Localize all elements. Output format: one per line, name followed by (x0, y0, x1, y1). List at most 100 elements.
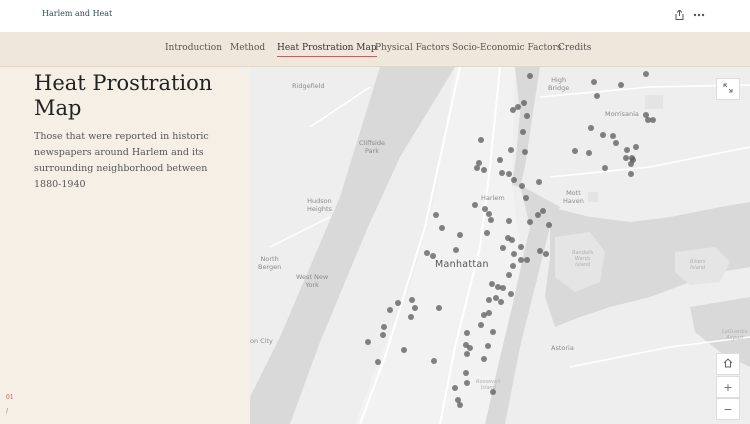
incident-marker[interactable] (476, 160, 482, 166)
incident-marker[interactable] (375, 359, 381, 365)
nav-heat-prostration-map[interactable]: Heat Prostration Map (277, 43, 377, 57)
zoom-in-button[interactable]: + (716, 376, 740, 398)
incident-marker[interactable] (452, 385, 458, 391)
incident-marker[interactable] (633, 144, 639, 150)
incident-marker[interactable] (464, 330, 470, 336)
zoom-out-button[interactable]: − (716, 398, 740, 420)
incident-marker[interactable] (572, 148, 578, 154)
incident-marker[interactable] (623, 155, 629, 161)
incident-marker[interactable] (472, 202, 478, 208)
incident-marker[interactable] (490, 389, 496, 395)
incident-marker[interactable] (613, 140, 619, 146)
incident-marker[interactable] (380, 332, 386, 338)
incident-marker[interactable] (527, 219, 533, 225)
incident-marker[interactable] (506, 171, 512, 177)
fullscreen-button[interactable] (716, 78, 740, 100)
incident-marker[interactable] (523, 195, 529, 201)
incident-marker[interactable] (618, 82, 624, 88)
incident-marker[interactable] (408, 314, 414, 320)
incident-marker[interactable] (498, 299, 504, 305)
incident-marker[interactable] (588, 125, 594, 131)
map-label-laguardia-airport: LaGuardia Airport (722, 329, 748, 341)
incident-marker[interactable] (586, 150, 592, 156)
app-title[interactable]: Harlem and Heat (42, 9, 112, 18)
incident-marker[interactable] (430, 253, 436, 259)
incident-marker[interactable] (600, 132, 606, 138)
incident-marker[interactable] (518, 244, 524, 250)
incident-marker[interactable] (506, 218, 512, 224)
incident-marker[interactable] (433, 212, 439, 218)
incident-marker[interactable] (500, 285, 506, 291)
incident-marker[interactable] (511, 251, 517, 257)
incident-marker[interactable] (511, 177, 517, 183)
incident-marker[interactable] (509, 237, 515, 243)
incident-marker[interactable] (535, 212, 541, 218)
incident-marker[interactable] (624, 147, 630, 153)
incident-marker[interactable] (485, 343, 491, 349)
incident-marker[interactable] (643, 71, 649, 77)
incident-marker[interactable] (506, 272, 512, 278)
home-button[interactable] (716, 353, 740, 375)
incident-marker[interactable] (499, 170, 505, 176)
heat-prostration-map[interactable]: Ridgefield High Bridge Morrisania Cliffs… (250, 67, 750, 424)
incident-marker[interactable] (464, 351, 470, 357)
map-label-ridgefield: Ridgefield (292, 82, 325, 90)
nav-credits[interactable]: Credits (558, 43, 591, 53)
share-icon[interactable] (672, 8, 686, 22)
incident-marker[interactable] (490, 329, 496, 335)
incident-marker[interactable] (602, 165, 608, 171)
incident-marker[interactable] (481, 167, 487, 173)
incident-marker[interactable] (453, 247, 459, 253)
incident-marker[interactable] (401, 347, 407, 353)
more-options-icon[interactable] (692, 8, 706, 22)
incident-marker[interactable] (594, 93, 600, 99)
incident-marker[interactable] (610, 133, 616, 139)
incident-marker[interactable] (520, 129, 526, 135)
incident-marker[interactable] (546, 222, 552, 228)
incident-marker[interactable] (439, 225, 445, 231)
incident-marker[interactable] (500, 245, 506, 251)
incident-marker[interactable] (519, 183, 525, 189)
incident-marker[interactable] (412, 305, 418, 311)
incident-marker[interactable] (486, 310, 492, 316)
incident-marker[interactable] (409, 297, 415, 303)
incident-marker[interactable] (488, 217, 494, 223)
incident-marker[interactable] (508, 291, 514, 297)
incident-marker[interactable] (540, 208, 546, 214)
incident-marker[interactable] (628, 161, 634, 167)
incident-marker[interactable] (463, 370, 469, 376)
incident-marker[interactable] (381, 324, 387, 330)
incident-marker[interactable] (650, 117, 656, 123)
incident-marker[interactable] (481, 356, 487, 362)
nav-socio-economic-factors[interactable]: Socio-Economic Factors (452, 43, 562, 53)
incident-marker[interactable] (436, 305, 442, 311)
incident-marker[interactable] (387, 307, 393, 313)
incident-marker[interactable] (365, 339, 371, 345)
incident-marker[interactable] (486, 297, 492, 303)
incident-marker[interactable] (524, 113, 530, 119)
incident-marker[interactable] (395, 300, 401, 306)
incident-marker[interactable] (527, 73, 533, 79)
incident-marker[interactable] (515, 104, 521, 110)
incident-marker[interactable] (543, 251, 549, 257)
incident-marker[interactable] (521, 100, 527, 106)
incident-marker[interactable] (464, 380, 470, 386)
incident-marker[interactable] (431, 358, 437, 364)
incident-marker[interactable] (484, 230, 490, 236)
nav-physical-factors[interactable]: Physical Factors (375, 43, 450, 53)
incident-marker[interactable] (457, 232, 463, 238)
incident-marker[interactable] (536, 179, 542, 185)
incident-marker[interactable] (457, 402, 463, 408)
incident-marker[interactable] (478, 137, 484, 143)
incident-marker[interactable] (497, 157, 503, 163)
incident-marker[interactable] (510, 263, 516, 269)
incident-marker[interactable] (591, 79, 597, 85)
incident-marker[interactable] (467, 345, 473, 351)
nav-introduction[interactable]: Introduction (165, 43, 222, 53)
incident-marker[interactable] (522, 149, 528, 155)
incident-marker[interactable] (524, 257, 530, 263)
incident-marker[interactable] (508, 147, 514, 153)
incident-marker[interactable] (628, 171, 634, 177)
incident-marker[interactable] (478, 322, 484, 328)
nav-method[interactable]: Method (230, 43, 265, 53)
